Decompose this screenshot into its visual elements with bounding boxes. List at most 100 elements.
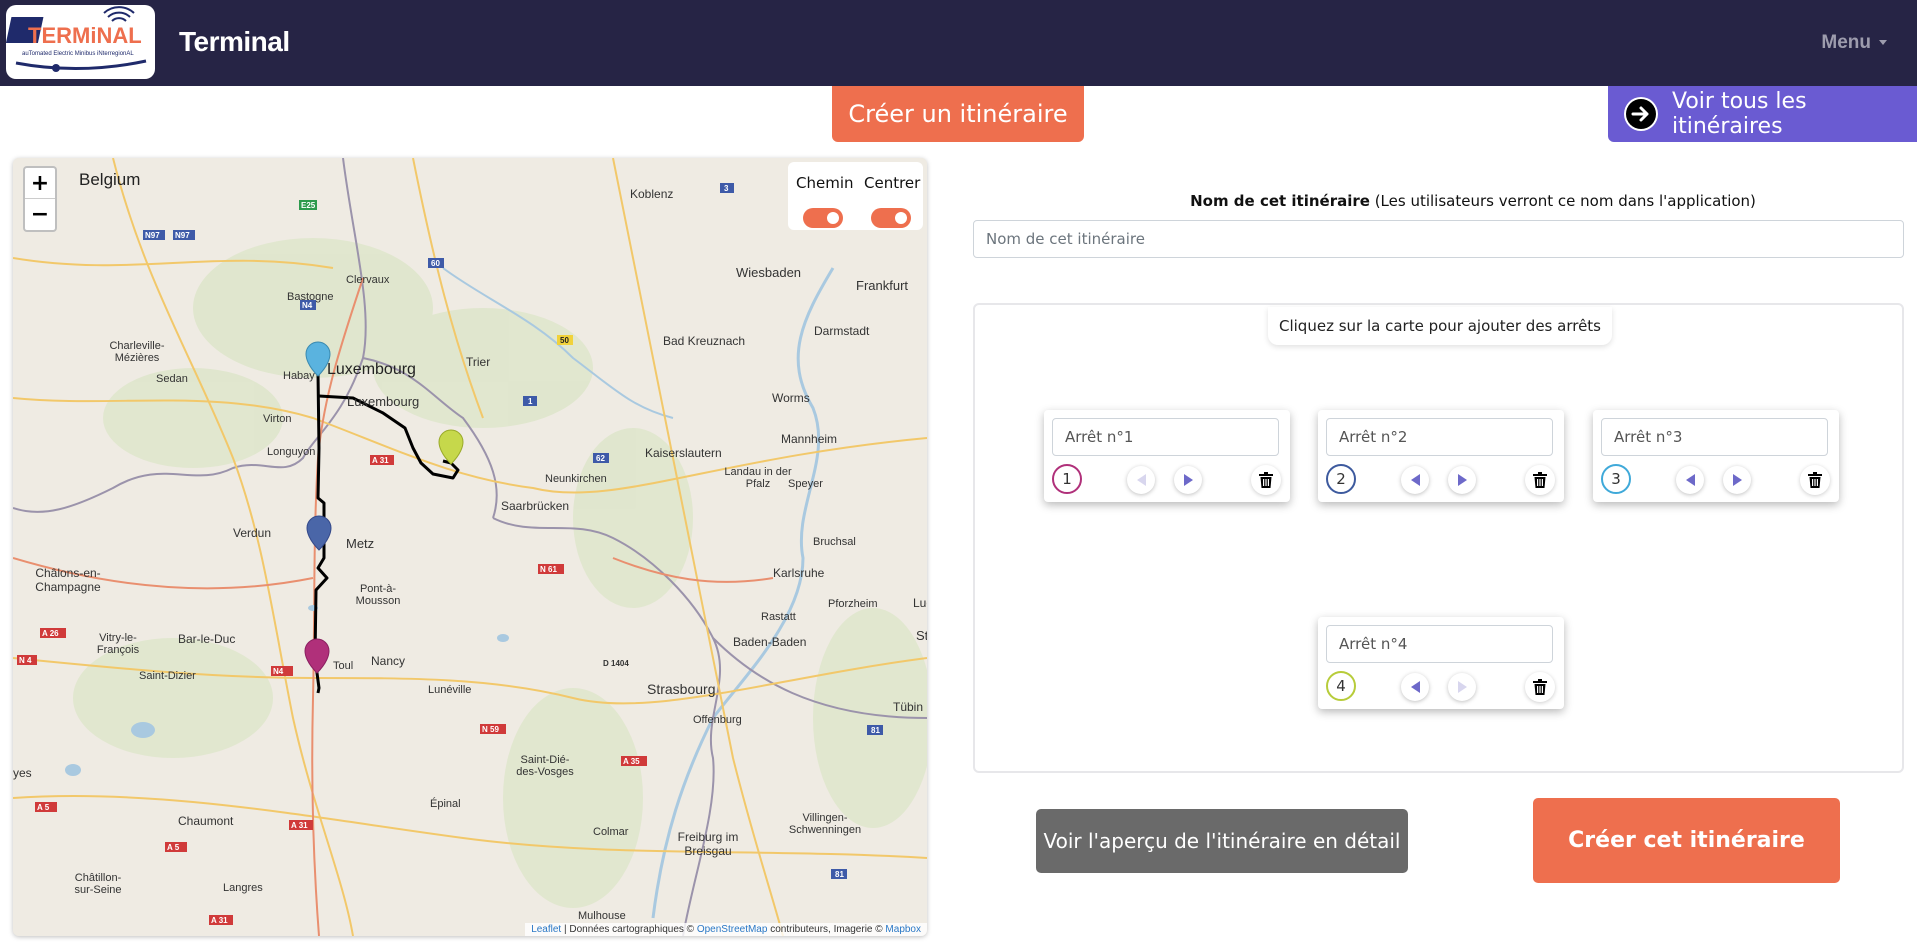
map-label-frankfurt: Frankfurt bbox=[856, 278, 909, 293]
triangle-right-icon bbox=[1457, 681, 1467, 693]
zoom-in-button[interactable]: + bbox=[25, 168, 55, 199]
map-label-virton: Virton bbox=[263, 413, 292, 425]
map-label-st: St bbox=[916, 628, 927, 643]
map-label-luxembourg-country: Luxembourg bbox=[327, 361, 416, 378]
delete-stop-button[interactable] bbox=[1251, 465, 1281, 495]
itinerary-name-label: Nom de cet itinéraire (Les utilisateurs … bbox=[973, 192, 1917, 210]
map-label-mulhouse: Mulhouse bbox=[578, 910, 626, 922]
svg-text:N 61: N 61 bbox=[540, 565, 557, 574]
map-label-strasbourg: Strasbourg bbox=[647, 681, 716, 697]
map-label-yes: yes bbox=[13, 766, 32, 780]
stop-name-input[interactable] bbox=[1052, 418, 1279, 456]
svg-text:A 5: A 5 bbox=[167, 843, 180, 852]
delete-stop-button[interactable] bbox=[1525, 465, 1555, 495]
map-label-longuyon: Longuyon bbox=[267, 446, 316, 458]
stop-name-input[interactable] bbox=[1326, 418, 1553, 456]
move-stop-left-button[interactable] bbox=[1401, 673, 1429, 701]
stop-name-input[interactable] bbox=[1326, 625, 1553, 663]
map-label-trier: Trier bbox=[466, 355, 491, 369]
svg-text:1: 1 bbox=[528, 397, 533, 406]
map-label-sedan: Sedan bbox=[156, 373, 188, 385]
map-label-bastogne: Bastogne bbox=[287, 291, 334, 303]
svg-text:D 1404: D 1404 bbox=[603, 659, 629, 668]
menu-label: Menu bbox=[1821, 32, 1871, 53]
map-label-bar-le-duc: Bar-le-Duc bbox=[178, 632, 236, 646]
map-label-verdun: Verdun bbox=[233, 526, 272, 540]
triangle-left-icon bbox=[1685, 474, 1695, 486]
move-stop-left-button[interactable] bbox=[1676, 466, 1704, 494]
svg-text:N 4: N 4 bbox=[19, 656, 32, 665]
move-stop-right-button[interactable] bbox=[1723, 466, 1751, 494]
logo-subtitle: auTomated Electric Minibus iNterregionAL bbox=[22, 51, 134, 57]
road-shield-d1404: D 1404 bbox=[603, 659, 629, 668]
zoom-out-button[interactable]: − bbox=[25, 199, 55, 230]
stop-number-badge: 4 bbox=[1326, 671, 1356, 701]
map-label-bad-kreuznach: Bad Kreuznach bbox=[663, 334, 746, 348]
move-stop-right-button[interactable] bbox=[1448, 673, 1476, 701]
svg-text:A 26: A 26 bbox=[42, 629, 59, 638]
map-label-chaumont: Chaumont bbox=[178, 814, 234, 828]
map-label-chalons: Châlons-en-Champagne bbox=[35, 566, 101, 594]
route-map[interactable]: E25 N97 N97 N4 60 3 50 1 62 A 31 N 61 A … bbox=[13, 158, 927, 936]
road-shield-n97: N97 bbox=[143, 230, 165, 240]
toggle-path-switch[interactable] bbox=[803, 208, 843, 228]
move-stop-left-button[interactable] bbox=[1127, 466, 1155, 494]
road-shield-a31: A 31 bbox=[289, 820, 313, 830]
toggle-path-label: Chemin bbox=[796, 174, 854, 192]
stop-name-input[interactable] bbox=[1601, 418, 1828, 456]
map-label-colmar: Colmar bbox=[593, 826, 629, 838]
map-label-saarbrucken: Saarbrücken bbox=[501, 499, 570, 513]
stop-card: 4 bbox=[1318, 617, 1564, 709]
road-shield-a5: A 5 bbox=[35, 802, 57, 812]
road-shield-60: 60 bbox=[428, 258, 444, 268]
svg-text:N97: N97 bbox=[175, 231, 190, 240]
map-label-habay: Habay bbox=[283, 370, 315, 382]
itinerary-name-input[interactable] bbox=[973, 220, 1904, 258]
delete-stop-button[interactable] bbox=[1525, 672, 1555, 702]
stop-card: 1 bbox=[1044, 410, 1290, 502]
create-itinerary-button[interactable]: Créer cet itinéraire bbox=[1533, 798, 1840, 883]
road-shield-62: 62 bbox=[593, 453, 609, 463]
road-shield-50: 50 bbox=[557, 335, 573, 345]
map-label-toul: Toul bbox=[333, 660, 354, 672]
svg-text:N 59: N 59 bbox=[482, 725, 499, 734]
svg-text:A 31: A 31 bbox=[291, 821, 308, 830]
road-shield-81: 81 bbox=[867, 725, 883, 735]
map-label-saint-die: Saint-Dié-des-Vosges bbox=[516, 754, 574, 778]
view-all-itineraries-button[interactable]: Voir tous les itinéraires bbox=[1608, 86, 1917, 142]
svg-text:A 31: A 31 bbox=[372, 456, 389, 465]
svg-text:A 5: A 5 bbox=[37, 803, 50, 812]
toggle-center-switch[interactable] bbox=[871, 208, 911, 228]
road-shield-a5: A 5 bbox=[165, 842, 187, 852]
move-stop-right-button[interactable] bbox=[1174, 466, 1202, 494]
move-stop-left-button[interactable] bbox=[1401, 466, 1429, 494]
triangle-right-icon bbox=[1183, 474, 1193, 486]
menu-dropdown[interactable]: Menu bbox=[1821, 32, 1887, 54]
view-all-label: Voir tous les itinéraires bbox=[1672, 89, 1807, 139]
leaflet-link[interactable]: Leaflet bbox=[531, 924, 561, 935]
logo-wordmark: TERMiNAL bbox=[28, 23, 142, 48]
road-shield-a31: A 31 bbox=[370, 455, 394, 465]
trash-icon bbox=[1808, 472, 1822, 488]
map-label-luneville: Lunéville bbox=[428, 684, 472, 696]
preview-itinerary-button[interactable]: Voir l'aperçu de l'itinéraire en détail bbox=[1036, 809, 1408, 873]
svg-text:3: 3 bbox=[724, 184, 729, 193]
map-attribution: Leaflet | Données cartographiques © Open… bbox=[525, 923, 927, 936]
road-shield-n4: N4 bbox=[271, 666, 293, 676]
navbar: TERMiNAL auTomated Electric Minibus iNte… bbox=[0, 0, 1917, 86]
openstreetmap-link[interactable]: OpenStreetMap bbox=[697, 924, 768, 935]
brand-title[interactable]: Terminal bbox=[179, 26, 290, 58]
mapbox-link[interactable]: Mapbox bbox=[885, 924, 921, 935]
svg-text:50: 50 bbox=[560, 336, 569, 345]
delete-stop-button[interactable] bbox=[1800, 465, 1830, 495]
map-label-landau: Landau in der Pfalz bbox=[724, 466, 792, 490]
road-shield-81: 81 bbox=[831, 869, 847, 879]
svg-text:A 31: A 31 bbox=[211, 916, 228, 925]
svg-text:E25: E25 bbox=[301, 201, 316, 210]
terminal-logo[interactable]: TERMiNAL auTomated Electric Minibus iNte… bbox=[6, 5, 155, 79]
road-shield-e25: E25 bbox=[299, 200, 317, 210]
road-shield-n4: N 4 bbox=[17, 655, 37, 665]
svg-text:81: 81 bbox=[835, 870, 844, 879]
move-stop-right-button[interactable] bbox=[1448, 466, 1476, 494]
create-itinerary-tab[interactable]: Créer un itinéraire bbox=[832, 86, 1084, 142]
